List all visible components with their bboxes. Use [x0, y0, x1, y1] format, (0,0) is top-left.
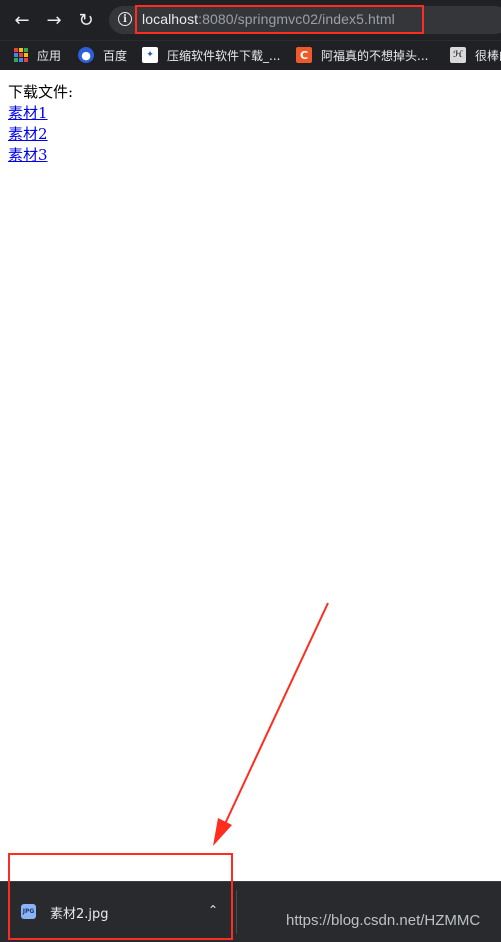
- url-host: localhost: [142, 11, 199, 27]
- bookmarks-bar: 应用 ● 百度 ✦ 压缩软件软件下载_... C 阿福真的不想掉头... ℋ 很…: [0, 40, 501, 70]
- url-text[interactable]: localhost:8080/springmvc02/index5.html: [142, 11, 395, 27]
- browser-toolbar: ← → ↻ i localhost:8080/springmvc02/index…: [0, 0, 501, 40]
- bookmark-great[interactable]: ℋ 很棒的: [450, 45, 501, 65]
- bookmark-label: 很棒的: [475, 48, 501, 63]
- bookmark-label: 阿福真的不想掉头...: [321, 48, 429, 63]
- bookmark-afu[interactable]: C 阿福真的不想掉头...: [296, 45, 428, 65]
- divider: [236, 890, 237, 934]
- download-item[interactable]: JPG 素材2.jpg ⌃: [10, 882, 232, 942]
- back-arrow-icon[interactable]: ←: [10, 8, 34, 32]
- download-link-2[interactable]: 素材2: [8, 124, 73, 145]
- watermark: https://blog.csdn.net/HZMMC: [286, 912, 481, 929]
- page-heading: 下载文件:: [8, 83, 74, 101]
- info-icon[interactable]: i: [118, 12, 132, 26]
- csdn-c-icon: C: [296, 47, 312, 63]
- baidu-paw-icon: ●: [78, 47, 94, 63]
- bookmark-baidu[interactable]: ● 百度: [78, 45, 127, 65]
- chevron-up-icon[interactable]: ⌃: [205, 900, 221, 920]
- bookmark-label: 百度: [103, 48, 128, 63]
- bookmark-site-icon: ℋ: [450, 47, 466, 63]
- bookmark-site-icon: ✦: [142, 47, 158, 63]
- download-link-3[interactable]: 素材3: [8, 145, 73, 166]
- bookmark-label: 压缩软件软件下载_...: [167, 48, 281, 63]
- page-content: 下载文件: 素材1 素材2 素材3: [8, 82, 73, 166]
- download-file-name: 素材2.jpg: [50, 907, 109, 922]
- apps-grid-icon: [14, 48, 28, 62]
- url-path: :8080/springmvc02/index5.html: [198, 11, 395, 27]
- forward-arrow-icon[interactable]: →: [42, 8, 66, 32]
- jpg-file-icon: JPG: [21, 904, 36, 919]
- reload-icon[interactable]: ↻: [74, 8, 98, 32]
- bookmark-label: 应用: [37, 48, 62, 63]
- bookmark-compress-software[interactable]: ✦ 压缩软件软件下载_...: [142, 45, 280, 65]
- annotation-arrow: [213, 602, 329, 846]
- bookmark-apps[interactable]: 应用: [14, 45, 61, 65]
- download-link-1[interactable]: 素材1: [8, 103, 73, 124]
